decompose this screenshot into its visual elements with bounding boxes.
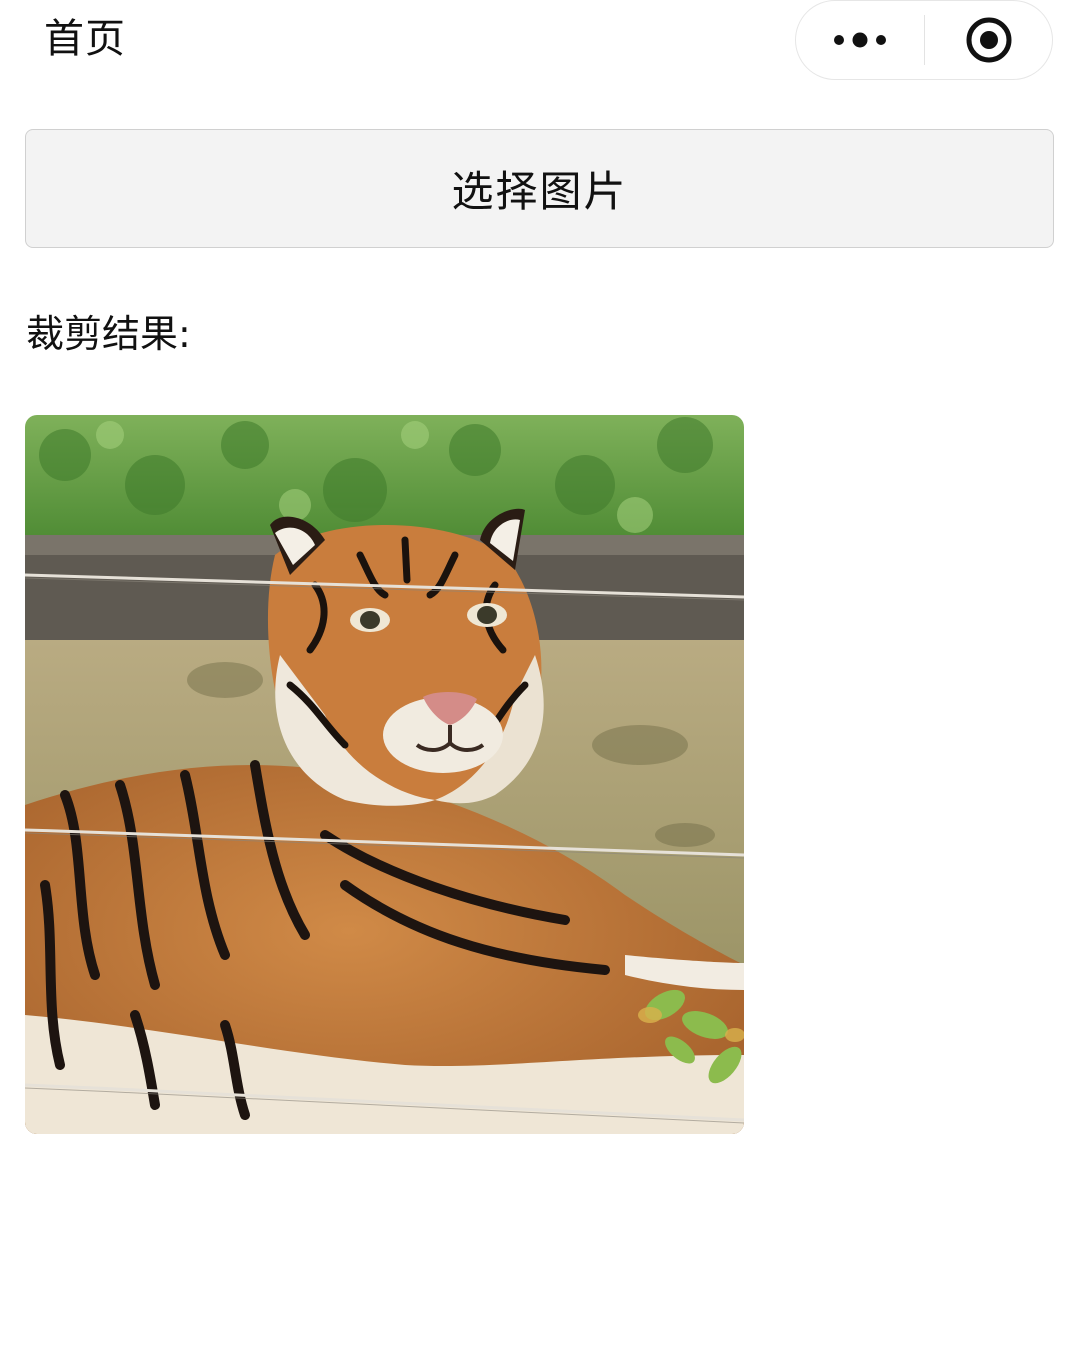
crop-result-label: 裁剪结果: bbox=[26, 312, 191, 356]
target-circle-icon bbox=[966, 17, 1012, 63]
page-title: 首页 bbox=[44, 16, 126, 62]
more-button[interactable] bbox=[796, 1, 924, 79]
close-button[interactable] bbox=[925, 1, 1053, 79]
cropped-tiger-image bbox=[25, 415, 744, 1134]
more-dots-icon bbox=[834, 32, 886, 48]
choose-image-button[interactable]: 选择图片 bbox=[25, 129, 1054, 248]
mini-program-capsule bbox=[795, 0, 1053, 80]
